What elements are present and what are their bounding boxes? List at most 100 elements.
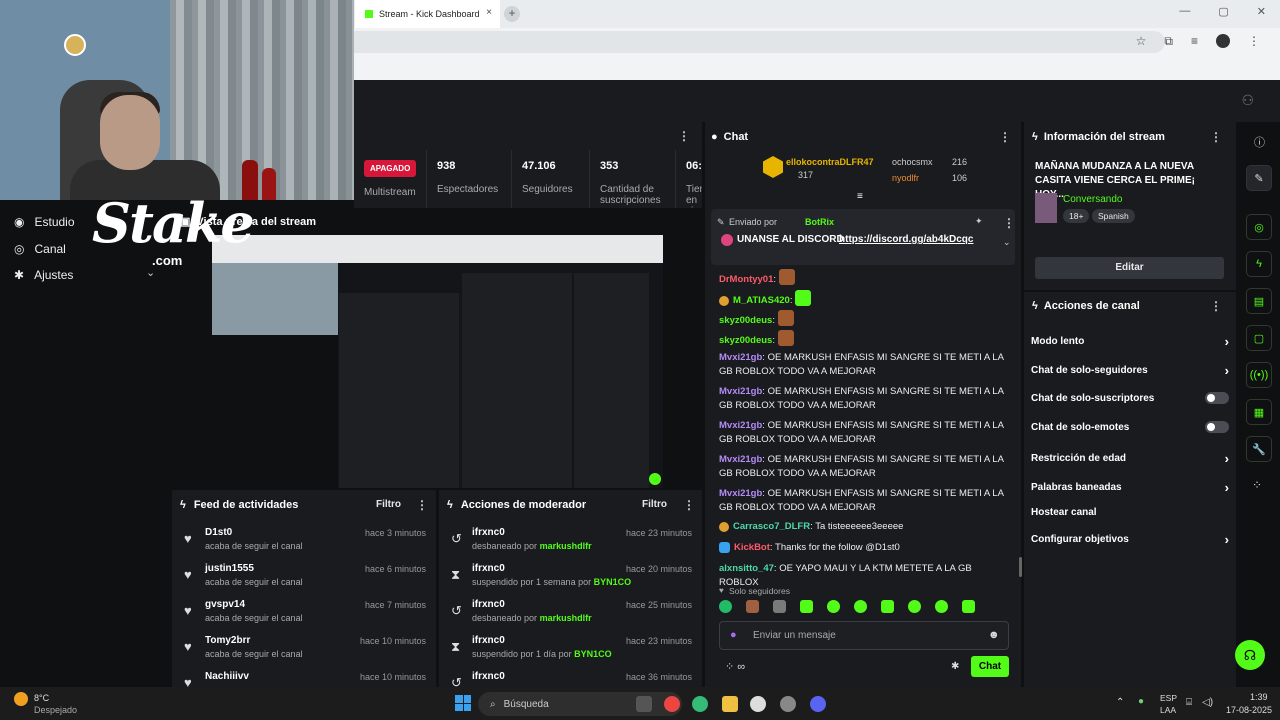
chat-message[interactable]: Mvxi21gb: OE MARKUSH ENFASIS MI SANGRE S… <box>719 419 1011 447</box>
top-gifter-2[interactable]: ochocsmx <box>892 157 933 167</box>
target-icon[interactable]: ◎ <box>1246 214 1272 240</box>
emote-icon[interactable] <box>908 600 921 613</box>
chat-input[interactable]: Enviar un mensaje <box>753 630 836 641</box>
browser-tab[interactable]: Stream - Kick Dashboard × <box>355 0 500 28</box>
tab-close-icon[interactable]: × <box>486 7 492 18</box>
minimize-icon[interactable]: — <box>1179 5 1190 18</box>
tray-chevron-icon[interactable]: ⌃ <box>1116 697 1124 708</box>
send-chat-button[interactable]: Chat <box>971 656 1009 677</box>
chat-username[interactable]: Mvxi21gb <box>719 352 762 363</box>
support-headset-icon[interactable]: ☊ <box>1235 640 1265 670</box>
maximize-icon[interactable]: ▢ <box>1218 5 1228 18</box>
weather-temp[interactable]: 8°C <box>34 693 49 703</box>
emote-icon[interactable] <box>935 600 948 613</box>
stats-menu-icon[interactable]: ⋮ <box>678 129 690 143</box>
bolt-icon[interactable]: ϟ <box>1246 251 1272 277</box>
weather-icon[interactable] <box>14 692 28 706</box>
chat-message[interactable]: M_ATIAS420: <box>719 290 1011 308</box>
broadcast-icon[interactable]: ((•)) <box>1246 362 1272 388</box>
language-indicator[interactable]: ESP <box>1160 693 1177 703</box>
chat-message[interactable]: Mvxi21gb: OE MARKUSH ENFASIS MI SANGRE S… <box>719 453 1011 481</box>
channel-action-item[interactable]: Restricción de edad › <box>1031 451 1229 466</box>
chat-username[interactable]: Mvxi21gb <box>719 386 762 397</box>
emote-icon[interactable] <box>881 600 894 613</box>
chat-message[interactable]: DrMontyy01: <box>719 269 1011 287</box>
channel-action-item[interactable]: Chat de solo-suscriptores <box>1031 392 1229 404</box>
user-avatar-icon[interactable]: ⚇ <box>1241 92 1254 109</box>
obs-icon[interactable] <box>780 696 796 712</box>
discord-icon[interactable] <box>810 696 826 712</box>
emote-icon[interactable] <box>827 600 840 613</box>
stream-preview-video[interactable] <box>212 235 663 488</box>
omnibox[interactable] <box>300 31 1165 53</box>
channel-action-item[interactable]: Modo lento › <box>1031 334 1229 349</box>
pinned-menu-icon[interactable]: ⋮ <box>1003 216 1015 230</box>
mod-action-item[interactable]: ⧗ ifrxnc0 suspendido por 1 día por BYN1CO h… <box>439 635 702 671</box>
channel-action-item[interactable]: Palabras baneadas › <box>1031 480 1229 495</box>
emote-icon[interactable] <box>773 600 786 613</box>
mod-target-user[interactable]: ifrxnc0 <box>472 563 505 574</box>
chat-username[interactable]: KickBot <box>734 542 770 553</box>
mod-action-item[interactable]: ↺ ifrxnc0 desbaneado por markushdlfr hace 2… <box>439 599 702 635</box>
feed-item[interactable]: ♥ gvspv14 acaba de seguir el canal hace 7 m… <box>172 599 436 635</box>
feed-menu-icon[interactable]: ⋮ <box>416 498 428 512</box>
mod-target-user[interactable]: ifrxnc0 <box>472 527 505 538</box>
feed-item[interactable]: ♥ justin1555 acaba de seguir el canal hace … <box>172 563 436 599</box>
chat-settings-icon[interactable]: ✱ <box>951 661 959 672</box>
pinned-link[interactable]: https://discord.gg/ab4kDcqc <box>839 234 973 245</box>
media-player-icon[interactable] <box>750 696 766 712</box>
mod-action-item[interactable]: ↺ ifrxnc0 desbaneado por markushdlfr hace 2… <box>439 527 702 563</box>
chat-username[interactable]: skyz00deus <box>719 335 772 346</box>
mod-filter-button[interactable]: Filtro <box>642 499 667 510</box>
chat-message[interactable]: skyz00deus: <box>719 310 1011 328</box>
nav-item-studio[interactable]: ◉ Estudio <box>14 215 75 229</box>
channel-action-item[interactable]: Chat de solo-emotes <box>1031 421 1229 433</box>
mod-action-item[interactable]: ⧗ ifrxnc0 suspendido por 1 semana por BYN1… <box>439 563 702 599</box>
extensions-icon[interactable]: ⧉ <box>1164 34 1173 49</box>
file-explorer-icon[interactable] <box>722 696 738 712</box>
chat-message[interactable]: KickBot: Thanks for the follow @D1st0 <box>719 541 1011 555</box>
moderator-name[interactable]: markushdlfr <box>540 541 592 551</box>
moderator-name[interactable]: markushdlfr <box>540 613 592 623</box>
chat-message[interactable]: skyz00deus: <box>719 330 1011 348</box>
chat-username[interactable]: Mvxi21gb <box>719 454 762 465</box>
mic-icon[interactable]: ● <box>730 629 737 641</box>
emote-icon[interactable] <box>854 600 867 613</box>
top-gifter-1[interactable]: ellokocontraDLFR47 <box>786 157 874 167</box>
unpin-icon[interactable]: ✦ <box>975 216 983 227</box>
feed-user[interactable]: Tomy2brr <box>205 635 250 646</box>
channel-action-item[interactable]: Configurar objetivos › <box>1031 532 1229 547</box>
info-menu-icon[interactable]: ⋮ <box>1210 130 1222 144</box>
close-window-icon[interactable]: ✕ <box>1257 5 1266 18</box>
emote-icon[interactable] <box>719 600 732 613</box>
channel-action-item[interactable]: Chat de solo-seguidores › <box>1031 363 1229 378</box>
mod-target-user[interactable]: ifrxnc0 <box>472 671 505 682</box>
task-view-icon[interactable] <box>636 696 652 712</box>
edit-info-button[interactable]: Editar <box>1035 257 1224 279</box>
chat-message[interactable]: Carrasco7_DLFR: Ta tisteeeeee3eeeee <box>719 520 1011 534</box>
mod-menu-icon[interactable]: ⋮ <box>683 498 695 512</box>
layout-icon[interactable]: ▦ <box>1246 399 1272 425</box>
emote-icon[interactable] <box>746 600 759 613</box>
info-circle-icon[interactable]: ⓘ <box>1254 134 1265 150</box>
feed-user[interactable]: Nachiiivv <box>205 671 249 682</box>
mod-target-user[interactable]: ifrxnc0 <box>472 599 505 610</box>
chat-username[interactable]: Carrasco7_DLFR <box>733 521 810 532</box>
toggle-switch[interactable] <box>1205 421 1229 433</box>
chevron-down-icon[interactable]: ⌄ <box>1003 237 1011 248</box>
profile-avatar[interactable] <box>1216 34 1230 48</box>
chat-username[interactable]: skyz00deus <box>719 315 772 326</box>
chat-message[interactable]: Mvxi21gb: OE MARKUSH ENFASIS MI SANGRE S… <box>719 487 1011 515</box>
feed-user[interactable]: D1st0 <box>205 527 232 538</box>
chrome-icon[interactable] <box>664 696 680 712</box>
mic-tray-icon[interactable]: ● <box>1138 696 1144 707</box>
chat-username[interactable]: Mvxi21gb <box>719 420 762 431</box>
share-icon[interactable]: ⁘ <box>1252 478 1262 492</box>
feed-item[interactable]: ♥ Tomy2brr acaba de seguir el canal hace 10… <box>172 635 436 671</box>
menu-icon[interactable]: ⋮ <box>1248 34 1260 49</box>
volume-icon[interactable]: ◁) <box>1202 697 1213 708</box>
chat-scrollbar[interactable] <box>1019 557 1022 577</box>
nav-item-channel[interactable]: ◎ Canal <box>14 242 66 256</box>
moderator-name[interactable]: BYN1CO <box>594 577 632 587</box>
collapse-icon[interactable]: ≡ <box>857 191 863 202</box>
